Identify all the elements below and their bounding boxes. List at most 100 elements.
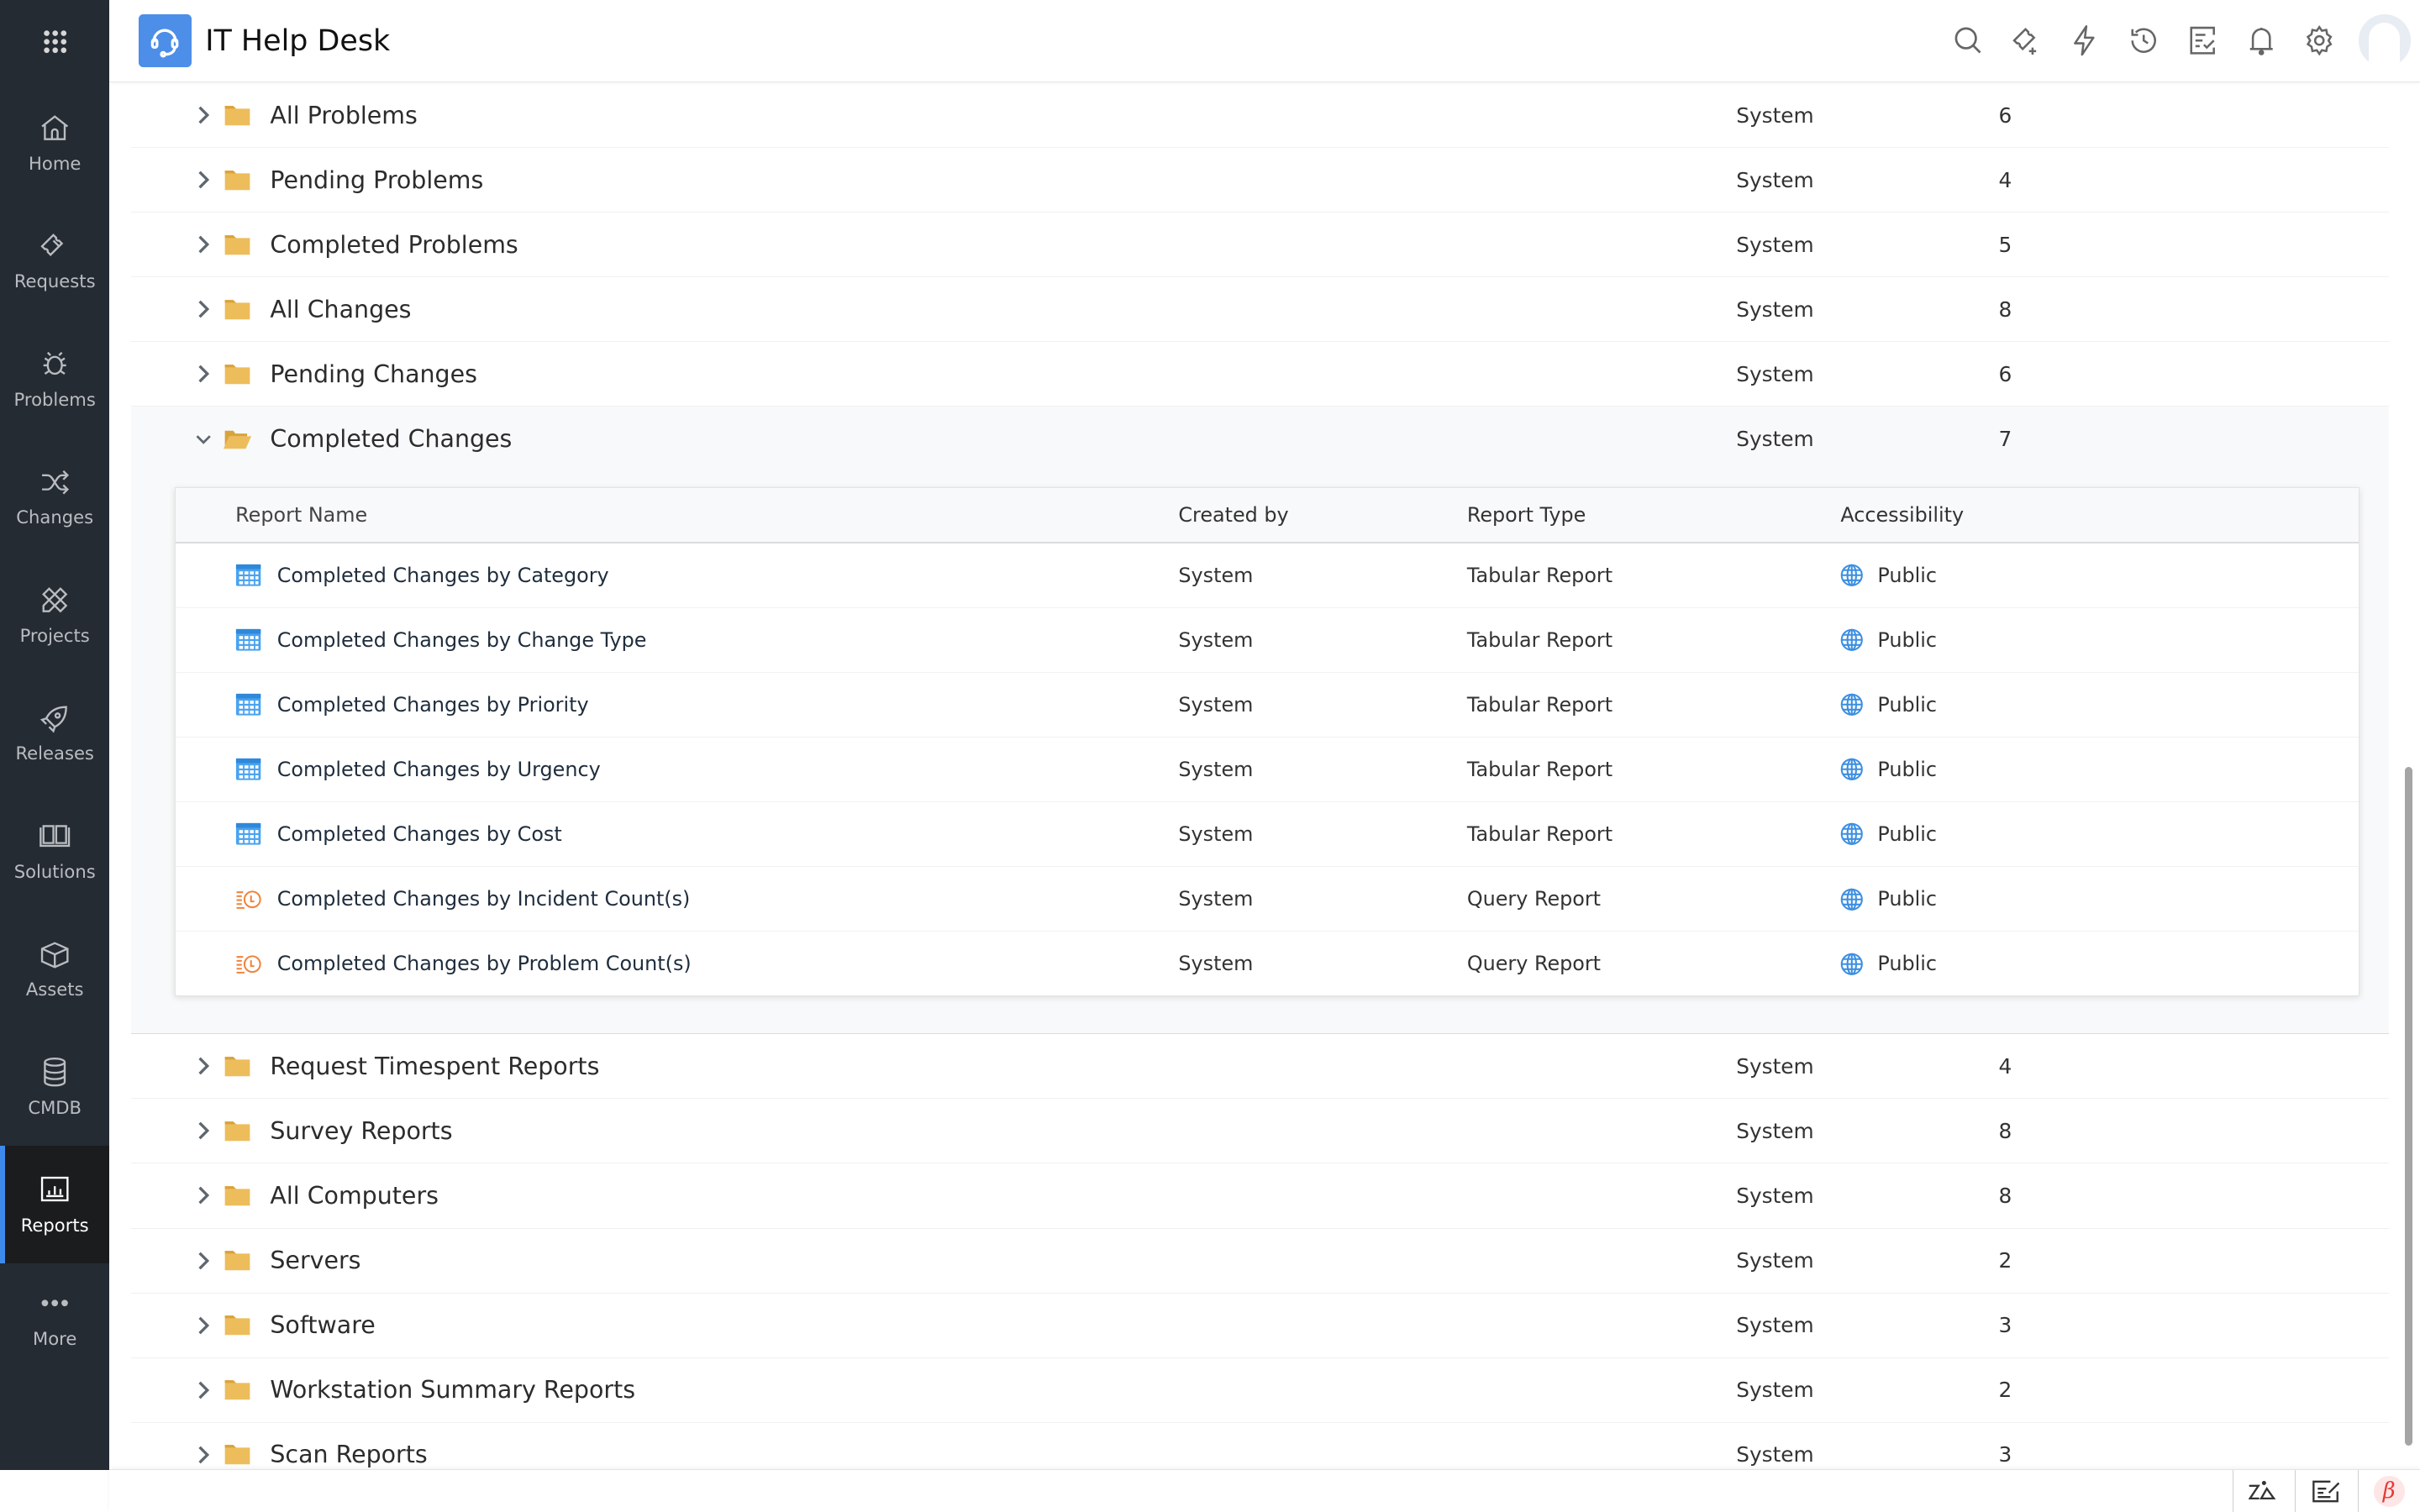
search-button[interactable] [1939,12,1997,71]
headset-icon [151,29,179,58]
folder-row[interactable]: Pending Problems System 4 [131,148,2390,213]
col-header-created-by[interactable]: Created by [1178,503,1466,527]
expand-toggle[interactable] [193,1446,215,1464]
chevron-right-icon [198,300,210,318]
report-row[interactable]: Completed Changes by Cost System Tabular R… [175,802,2360,868]
sidebar-item-assets[interactable]: Assets [0,910,109,1028]
settings-button[interactable] [2291,12,2349,71]
report-name-link[interactable]: Completed Changes by Priority [277,693,589,717]
folder-name[interactable]: Completed Problems [270,231,1736,259]
app-logo[interactable] [139,14,192,67]
expand-toggle[interactable] [193,106,215,124]
sidebar-item-label: Requests [13,270,96,292]
folder-name[interactable]: Pending Changes [270,360,1736,388]
report-row[interactable]: Completed Changes by Urgency System Tabula… [175,738,2360,803]
expand-toggle[interactable] [193,300,215,318]
report-row[interactable]: Completed Changes by Change Type System Ta… [175,608,2360,674]
report-accessibility: Public [1840,628,1937,652]
globe-icon [1841,888,1864,911]
accessibility-label: Public [1877,887,1938,911]
top-header: IT Help Desk [109,0,2420,83]
expand-toggle[interactable] [193,1381,215,1399]
expand-toggle[interactable] [193,1252,215,1270]
col-header-accessibility[interactable]: Accessibility [1840,503,1964,527]
folder-row[interactable]: Servers System 2 [131,1228,2390,1294]
folder-name[interactable]: All Changes [270,296,1736,323]
notifications-button[interactable] [2232,12,2291,71]
user-avatar[interactable] [2358,14,2411,67]
folder-name[interactable]: Scan Reports [270,1441,1736,1468]
expand-toggle[interactable] [193,1057,215,1075]
folder-row[interactable]: Software System 3 [131,1293,2390,1358]
folder-row[interactable]: All Computers System 8 [131,1163,2390,1229]
sidebar-item-changes[interactable]: Changes [0,438,109,556]
zia-button[interactable] [2232,1470,2295,1512]
sidebar-item-more[interactable]: More [0,1263,109,1372]
notes-button[interactable] [2295,1470,2357,1512]
sidebar-item-home[interactable]: Home [0,83,109,202]
folder-name[interactable]: Pending Problems [270,166,1736,194]
bug-icon [43,352,66,375]
sidebar-item-problems[interactable]: Problems [0,319,109,438]
col-header-report-name[interactable]: Report Name [176,503,1179,527]
query-report-icon [236,890,261,909]
collapse-toggle[interactable] [193,430,215,449]
quick-actions-button[interactable] [2056,12,2115,71]
folder-row[interactable]: Pending Changes System 6 [131,342,2390,407]
col-header-report-type[interactable]: Report Type [1467,503,1840,527]
folder-name[interactable]: All Computers [270,1182,1736,1210]
expand-toggle[interactable] [193,1316,215,1335]
expand-toggle[interactable] [193,365,215,383]
expand-toggle[interactable] [193,171,215,189]
sidebar-item-releases[interactable]: Releases [0,674,109,792]
sidebar-item-cmdb[interactable]: CMDB [0,1027,109,1146]
tasks-button[interactable] [2173,12,2232,71]
report-row[interactable]: Completed Changes by Priority System Tabul… [175,673,2360,738]
history-button[interactable] [2114,12,2173,71]
report-row[interactable]: Completed Changes by Incident Count(s) Sy… [175,867,2360,932]
folder-name[interactable]: Workstation Summary Reports [270,1376,1736,1404]
report-name-link[interactable]: Completed Changes by Change Type [277,628,647,652]
folder-name[interactable]: Software [270,1311,1736,1339]
report-name-link[interactable]: Completed Changes by Problem Count(s) [277,952,692,975]
folder-row[interactable]: Request Timespent Reports System 4 [131,1034,2390,1100]
expand-toggle[interactable] [193,1186,215,1205]
expand-toggle[interactable] [193,235,215,254]
report-name-link[interactable]: Completed Changes by Category [277,564,609,587]
folder-name[interactable]: Completed Changes [270,425,1736,453]
sidebar-item-requests[interactable]: Requests [0,202,109,320]
folder-row[interactable]: Completed Problems System 5 [131,213,2390,278]
app-switcher-button[interactable] [0,0,109,83]
folder-report-count: 2 [1998,1248,2012,1273]
new-request-button[interactable] [1997,12,2056,71]
folder-row[interactable]: Survey Reports System 8 [131,1099,2390,1164]
folder-owner: System [1736,102,1814,128]
folder-name[interactable]: Request Timespent Reports [270,1053,1736,1080]
report-row[interactable]: Completed Changes by Category System Tabul… [175,543,2360,609]
folder-report-count: 8 [1998,297,2012,322]
query-report-icon [236,954,261,974]
folder-name[interactable]: All Problems [270,102,1736,129]
folder-row[interactable]: All Problems System 6 [131,83,2390,149]
sidebar-item-reports[interactable]: Reports [0,1145,110,1265]
report-name-link[interactable]: Completed Changes by Cost [277,822,562,846]
vertical-scrollbar[interactable] [2404,766,2412,1446]
sidebar-item-solutions[interactable]: Solutions [0,791,109,910]
folder-name[interactable]: Servers [270,1247,1736,1274]
folder-report-count: 4 [1998,167,2012,192]
sidebar-item-projects[interactable]: Projects [0,555,109,674]
folder-name[interactable]: Survey Reports [270,1117,1736,1145]
folder-row[interactable]: Scan Reports System 3 [131,1422,2390,1471]
expand-toggle[interactable] [193,1121,215,1140]
beta-button[interactable]: β [2357,1470,2420,1512]
sidebar-nav: Home Requests Problems Changes Projects Relea… [0,83,110,1372]
sidebar-item-label: Changes [16,507,94,528]
report-name-link[interactable]: Completed Changes by Incident Count(s) [277,887,691,911]
sidebar-item-label: Home [29,152,82,174]
folder-row[interactable]: Workstation Summary Reports System 2 [131,1357,2390,1423]
report-name-link[interactable]: Completed Changes by Urgency [277,758,601,781]
folder-row-expanded[interactable]: Completed Changes System 7 [131,407,2390,472]
report-row[interactable]: Completed Changes by Problem Count(s) Sys… [176,932,2360,995]
folder-row[interactable]: All Changes System 8 [131,277,2390,343]
chevron-down-icon [196,435,212,444]
